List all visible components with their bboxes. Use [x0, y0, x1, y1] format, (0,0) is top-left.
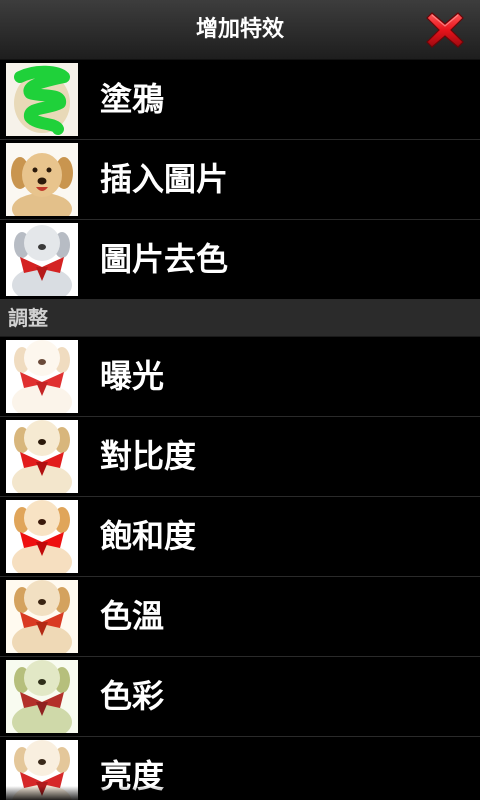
close-button[interactable]: [424, 9, 466, 51]
effect-label: 插入圖片: [100, 160, 229, 198]
dog-thumbnail: [6, 740, 78, 800]
adjust-row-tint[interactable]: 色彩: [0, 657, 480, 737]
adjust-row-color-temperature[interactable]: 色溫: [0, 577, 480, 657]
adjust-row-contrast[interactable]: 對比度: [0, 417, 480, 497]
adjust-label: 色溫: [100, 597, 165, 635]
adjust-row-saturation[interactable]: 飽和度: [0, 497, 480, 577]
dog-thumbnail: [6, 340, 78, 413]
close-icon: [426, 12, 464, 48]
effects-list: 塗鴉 插入圖片 圖片去色 調整 曝光 對比度 飽和度 色溫 色彩 亮度: [0, 60, 480, 800]
adjust-row-exposure[interactable]: 曝光: [0, 337, 480, 417]
effect-row-insert-image[interactable]: 插入圖片: [0, 140, 480, 220]
section-header-adjust: 調整: [0, 300, 480, 337]
adjust-label: 亮度: [100, 757, 165, 795]
effect-label: 圖片去色: [100, 240, 229, 278]
dog-thumbnail: [6, 420, 78, 493]
page-title: 增加特效: [195, 17, 284, 42]
effect-row-desaturate[interactable]: 圖片去色: [0, 220, 480, 300]
dog-thumbnail: [6, 580, 78, 653]
dog-thumbnail: [6, 500, 78, 573]
dog-thumbnail: [6, 143, 78, 216]
adjust-label: 曝光: [100, 357, 165, 395]
dog-thumbnail: [6, 223, 78, 296]
effects-screen: 增加特效 塗鴉 插入圖片 圖片去色 調整 曝光 對比度 飽和度 色溫 色彩 亮度: [0, 0, 480, 800]
title-bar: 增加特效: [0, 0, 480, 60]
effect-label: 塗鴉: [100, 80, 165, 118]
scribble-thumbnail: [6, 63, 78, 136]
adjust-row-brightness[interactable]: 亮度: [0, 737, 480, 800]
adjust-label: 對比度: [100, 437, 197, 475]
adjust-label: 飽和度: [100, 517, 197, 555]
effect-row-scribble[interactable]: 塗鴉: [0, 60, 480, 140]
adjust-label: 色彩: [100, 677, 165, 715]
dog-thumbnail: [6, 660, 78, 733]
